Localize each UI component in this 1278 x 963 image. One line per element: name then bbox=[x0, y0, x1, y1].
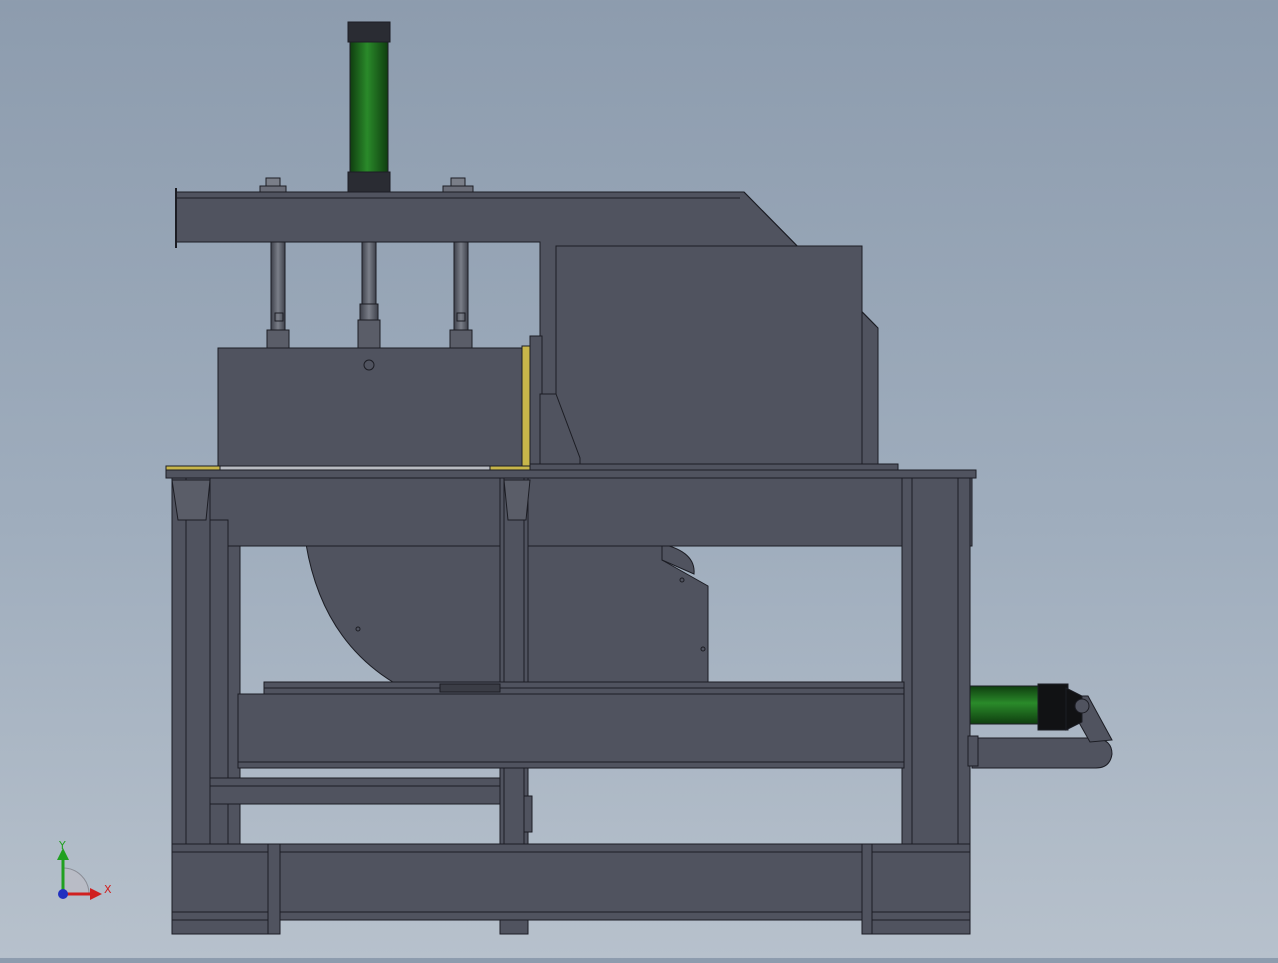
y-axis-label: Y bbox=[58, 839, 66, 852]
x-axis-arrowhead bbox=[90, 888, 102, 900]
main-frame bbox=[171, 477, 973, 935]
z-axis-dot bbox=[58, 889, 68, 899]
clamp-block[interactable] bbox=[217, 335, 581, 467]
table-top bbox=[165, 463, 977, 479]
top-pneumatic-cylinder[interactable] bbox=[347, 21, 391, 193]
cad-viewport[interactable]: Y X bbox=[0, 0, 1278, 958]
model-canvas[interactable]: Y X bbox=[0, 0, 1278, 958]
feed-cylinder[interactable] bbox=[967, 683, 1113, 769]
x-axis-label: X bbox=[104, 883, 112, 896]
axis-triad: Y X bbox=[57, 839, 112, 900]
guide-rods bbox=[266, 241, 473, 349]
